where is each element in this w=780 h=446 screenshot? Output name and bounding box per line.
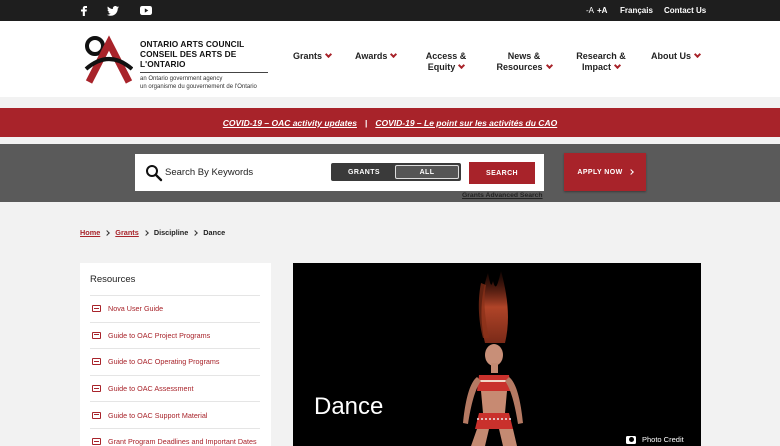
nav-label: Awards	[355, 51, 388, 61]
resource-label: Guide to OAC Project Programs	[108, 330, 211, 340]
resource-link[interactable]: Guide to OAC Assessment	[90, 374, 260, 402]
apply-now-button[interactable]: APPLY NOW	[564, 153, 646, 191]
language-link[interactable]: Français	[620, 0, 653, 21]
twitter-icon[interactable]	[106, 0, 120, 21]
logo-line-en: ONTARIO ARTS COUNCIL	[140, 39, 245, 49]
font-size-controls: -A +A	[586, 0, 607, 21]
breadcrumb-grants[interactable]: Grants	[115, 228, 139, 237]
covid-banner: COVID-19 – OAC activity updates | COVID-…	[0, 108, 780, 137]
hero-title: Dance	[314, 393, 384, 420]
grants-advanced-search-link[interactable]: Grants Advanced Search	[462, 192, 543, 199]
hero-image: Dance Photo Credit	[293, 263, 701, 446]
nav-grants[interactable]: Grants	[293, 50, 333, 62]
logo-sub-fr: un organisme du gouvernement de l'Ontari…	[140, 83, 257, 90]
search-scope-toggle: GRANTS ALL	[331, 163, 461, 181]
search-icon	[145, 164, 163, 182]
nav-access-equity[interactable]: Access & Equity	[422, 51, 470, 73]
logo-sub-en: an Ontario government agency	[140, 76, 223, 82]
nav-about-us[interactable]: About Us	[651, 50, 702, 62]
document-icon	[92, 358, 101, 366]
top-utility-bar: -A +A Français Contact Us	[0, 0, 780, 21]
breadcrumb-discipline: Discipline	[153, 228, 189, 237]
chevron-right-icon	[142, 229, 149, 236]
covid-link-fr[interactable]: COVID-19 – Le point sur les activités du…	[375, 118, 557, 128]
resource-label: Guide to OAC Assessment	[108, 384, 194, 394]
nav-label: News &	[507, 51, 541, 61]
resource-link[interactable]: Guide to OAC Operating Programs	[90, 348, 260, 375]
chevron-down-icon	[324, 50, 333, 59]
chevron-down-icon	[693, 50, 702, 59]
nav-label: Resources	[496, 62, 543, 72]
covid-link-en[interactable]: COVID-19 – OAC activity updates	[223, 118, 357, 128]
chevron-down-icon	[390, 50, 398, 59]
oac-logo-icon[interactable]	[83, 35, 134, 85]
nav-label: About Us	[651, 51, 691, 61]
search-band: GRANTS ALL SEARCH	[0, 144, 780, 202]
nav-label: Grants	[293, 51, 323, 61]
resources-panel: Resources Nova User Guide Guide to OAC P…	[80, 263, 271, 446]
site-header: ONTARIO ARTS COUNCIL CONSEIL DES ARTS DE…	[0, 21, 780, 97]
resource-link[interactable]: Guide to OAC Project Programs	[90, 321, 260, 349]
search-button[interactable]: SEARCH	[469, 162, 535, 184]
toggle-grants[interactable]: GRANTS	[333, 165, 395, 179]
document-icon	[92, 331, 101, 339]
resource-label: Guide to OAC Support Material	[108, 410, 208, 420]
nav-label: Equity	[427, 62, 456, 72]
nav-label: Access &	[425, 51, 467, 61]
facebook-icon[interactable]	[78, 0, 90, 21]
contact-us-link[interactable]: Contact Us	[664, 0, 706, 21]
breadcrumb-home[interactable]: Home	[80, 228, 100, 237]
apply-now-label: APPLY NOW	[577, 168, 623, 176]
breadcrumb: Home Grants Discipline Dance	[80, 228, 225, 237]
chevron-down-icon	[613, 61, 622, 70]
document-icon	[92, 385, 101, 393]
logo-line-fr: CONSEIL DES ARTS DE L'ONTARIO	[140, 49, 237, 69]
font-smaller-button[interactable]: -A	[586, 6, 594, 15]
resource-label: Nova User Guide	[108, 304, 164, 314]
logo-text: ONTARIO ARTS COUNCIL CONSEIL DES ARTS DE…	[140, 39, 275, 91]
chevron-right-icon	[104, 229, 111, 236]
photo-credit-button[interactable]: Photo Credit	[626, 435, 684, 444]
nav-label: Research &	[576, 51, 626, 61]
resource-label: Grant Program Deadlines and Important Da…	[108, 437, 257, 446]
chevron-right-icon	[192, 229, 199, 236]
camera-icon	[626, 435, 636, 444]
nav-research-impact[interactable]: Research & Impact	[573, 51, 629, 73]
resource-link[interactable]: Nova User Guide	[90, 295, 260, 322]
youtube-icon[interactable]	[139, 0, 153, 21]
resource-link[interactable]: Grant Program Deadlines and Important Da…	[90, 428, 260, 446]
logo-divider	[140, 72, 268, 73]
resources-title: Resources	[90, 274, 136, 285]
document-icon	[92, 411, 101, 419]
font-larger-button[interactable]: +A	[597, 6, 607, 15]
nav-label: Impact	[581, 62, 611, 72]
document-icon	[92, 305, 101, 313]
search-input[interactable]	[165, 162, 315, 182]
nav-news-resources[interactable]: News & Resources	[493, 51, 555, 73]
search-box: GRANTS ALL SEARCH	[135, 154, 544, 191]
resource-link[interactable]: Guide to OAC Support Material	[90, 401, 260, 428]
breadcrumb-current: Dance	[203, 228, 226, 237]
chevron-down-icon	[458, 61, 466, 70]
chevron-right-icon	[627, 169, 634, 175]
covid-separator: |	[364, 117, 368, 128]
photo-credit-label: Photo Credit	[642, 435, 684, 444]
resource-label: Guide to OAC Operating Programs	[108, 357, 220, 367]
chevron-down-icon	[545, 61, 553, 70]
nav-awards[interactable]: Awards	[355, 50, 398, 62]
document-icon	[92, 438, 101, 446]
toggle-all[interactable]: ALL	[395, 165, 459, 179]
